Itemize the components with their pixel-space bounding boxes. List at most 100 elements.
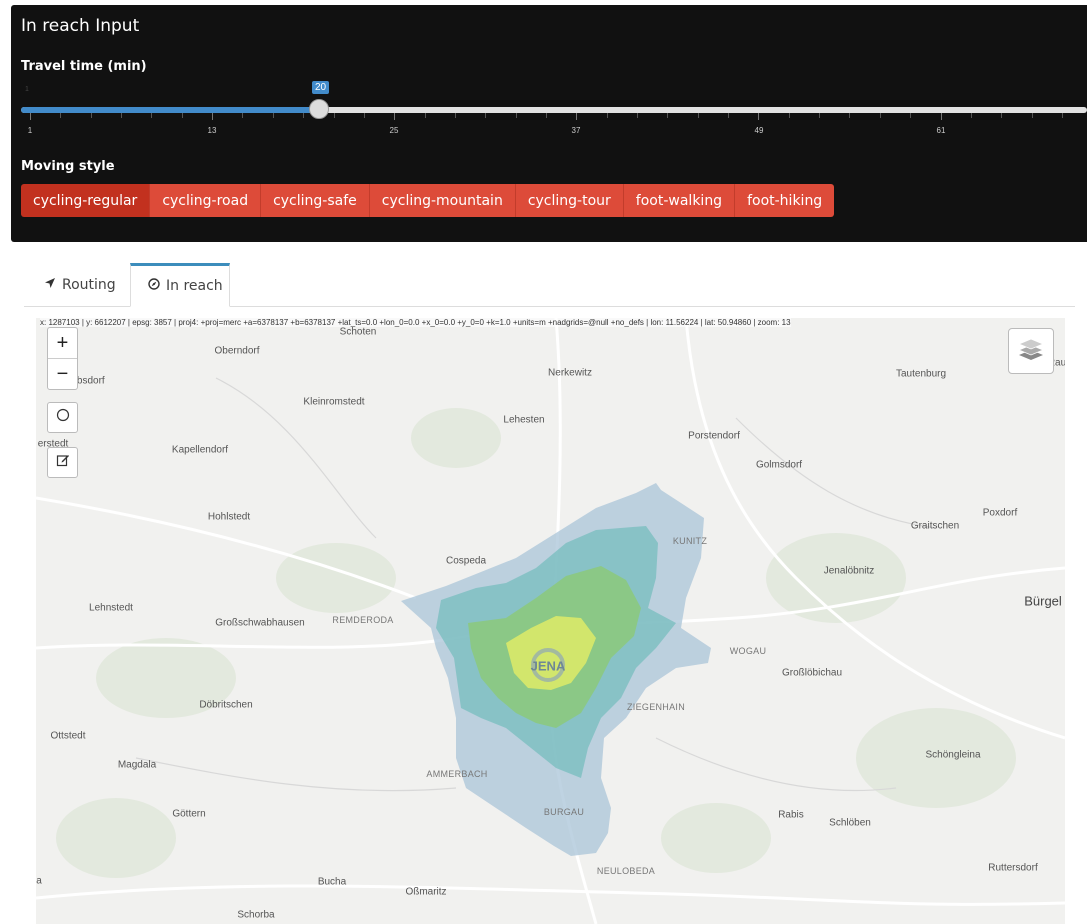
place-label: Graitschen bbox=[910, 520, 960, 532]
slider-tick bbox=[30, 113, 31, 120]
slider-tick bbox=[121, 113, 123, 118]
layers-icon bbox=[1017, 336, 1045, 367]
slider-tick bbox=[454, 113, 456, 118]
place-label: Lehesten bbox=[503, 414, 545, 426]
slider-tick bbox=[879, 113, 881, 118]
slider-tick bbox=[545, 113, 547, 118]
compass-icon bbox=[148, 278, 160, 294]
foot-hiking-button[interactable]: foot-hiking bbox=[735, 184, 835, 217]
slider-value-bubble: 20 bbox=[312, 81, 330, 94]
place-label: Kapellendorf bbox=[171, 444, 229, 456]
place-label: Bürgel bbox=[1024, 593, 1062, 609]
slider-tick bbox=[910, 113, 912, 118]
slider-tick bbox=[1061, 113, 1063, 118]
place-label: Döbritschen bbox=[199, 699, 253, 711]
place-label: Rabis bbox=[778, 809, 804, 821]
slider-tick bbox=[424, 113, 426, 118]
tick-label: 61 bbox=[936, 126, 946, 135]
slider-tick bbox=[212, 113, 214, 120]
place-label: Schlöben bbox=[829, 817, 871, 829]
slider-tick bbox=[849, 113, 851, 118]
in-reach-input-panel: In reach Input Travel time (min) 1 20 1 … bbox=[11, 5, 1087, 242]
map-canvas[interactable]: Schoten Oberndorf Nerkewitz Tautenburg a… bbox=[36, 318, 1065, 924]
slider-tick bbox=[637, 113, 638, 118]
place-label: Schorba bbox=[237, 909, 275, 921]
slider-tick bbox=[576, 113, 578, 120]
place-label: Porstendorf bbox=[688, 430, 740, 442]
layers-control-button[interactable] bbox=[1008, 328, 1054, 374]
circle-icon bbox=[56, 408, 70, 427]
slider-tick bbox=[90, 113, 92, 118]
zoom-in-button[interactable]: + bbox=[48, 328, 77, 359]
tick-label: 49 bbox=[754, 126, 764, 135]
place-label: Oberndorf bbox=[214, 345, 260, 357]
edit-layers-button[interactable] bbox=[47, 447, 78, 478]
place-label: Schöngleina bbox=[925, 749, 981, 761]
slider-tick bbox=[819, 113, 821, 118]
place-label: Ottstedt bbox=[50, 730, 86, 742]
place-label: Bucha bbox=[317, 876, 347, 888]
place-label: Golmsdorf bbox=[755, 459, 803, 471]
place-label: KUNITZ bbox=[672, 536, 708, 546]
slider-tick bbox=[606, 113, 608, 118]
tick-label: 25 bbox=[389, 126, 399, 135]
cycling-mountain-button[interactable]: cycling-mountain bbox=[369, 184, 516, 217]
tick-label: 1 bbox=[27, 126, 33, 135]
place-label: Tautenburg bbox=[895, 368, 947, 380]
slider-tick bbox=[151, 113, 153, 118]
moving-style-group: cycling-regular cycling-road cycling-saf… bbox=[21, 184, 835, 217]
place-label: Kleinromstedt bbox=[303, 396, 365, 408]
place-label: Oßmaritz bbox=[405, 886, 447, 898]
foot-walking-button[interactable]: foot-walking bbox=[623, 184, 736, 217]
place-label: BURGAU bbox=[543, 807, 585, 817]
place-label: Großlöbichau bbox=[781, 667, 843, 679]
cycling-road-button[interactable]: cycling-road bbox=[150, 184, 262, 217]
place-label: Ruttersdorf bbox=[988, 862, 1038, 874]
slider-tick bbox=[970, 113, 972, 118]
place-label: a bbox=[36, 875, 42, 887]
slider-tick bbox=[485, 113, 487, 118]
place-label: Cospeda bbox=[445, 555, 487, 567]
slider-tick bbox=[363, 113, 365, 118]
place-label: Poxdorf bbox=[982, 507, 1018, 519]
place-label: AMMERBACH bbox=[426, 769, 488, 779]
slider-tick bbox=[1001, 113, 1003, 118]
place-label: NEULOBEDA bbox=[596, 866, 656, 876]
slider-tick bbox=[515, 113, 517, 118]
place-label: Magdala bbox=[117, 759, 157, 771]
slider-tick bbox=[1031, 113, 1033, 118]
moving-style-label: Moving style bbox=[21, 159, 115, 174]
cycling-tour-button[interactable]: cycling-tour bbox=[515, 184, 624, 217]
slider-tick bbox=[667, 113, 669, 118]
tab-routing-label: Routing bbox=[62, 277, 116, 293]
tick-label: 37 bbox=[571, 126, 581, 135]
slider-handle[interactable] bbox=[309, 99, 329, 119]
slider-tick bbox=[303, 113, 305, 118]
slider-tick bbox=[728, 113, 730, 118]
travel-time-label: Travel time (min) bbox=[21, 59, 147, 74]
place-label: Schoten bbox=[339, 326, 377, 338]
panel-title: In reach Input bbox=[21, 16, 140, 36]
edit-icon bbox=[56, 453, 70, 472]
zoom-out-button[interactable]: − bbox=[48, 359, 77, 389]
slider-tick bbox=[394, 113, 396, 120]
place-label: Lehnstedt bbox=[89, 602, 133, 614]
slider-tick bbox=[697, 113, 699, 118]
cycling-regular-button[interactable]: cycling-regular bbox=[21, 184, 151, 217]
slider-tick bbox=[181, 113, 183, 118]
slider-tick bbox=[788, 113, 790, 118]
place-label: Großschwabhausen bbox=[215, 617, 305, 629]
slider-tick bbox=[940, 113, 942, 120]
tab-in-reach[interactable]: In reach bbox=[130, 263, 230, 307]
cycling-safe-button[interactable]: cycling-safe bbox=[261, 184, 370, 217]
tab-routing[interactable]: Routing bbox=[32, 263, 130, 307]
place-label: Jenalöbnitz bbox=[823, 565, 875, 577]
zoom-control: + − bbox=[47, 327, 78, 390]
draw-circle-button[interactable] bbox=[47, 402, 78, 433]
place-label: ZIEGENHAIN bbox=[626, 702, 686, 712]
map-basemap bbox=[36, 318, 1065, 924]
place-label: Göttern bbox=[172, 808, 206, 820]
slider-tick bbox=[242, 113, 244, 118]
place-label: Nerkewitz bbox=[548, 367, 592, 379]
slider-tick bbox=[60, 113, 62, 118]
